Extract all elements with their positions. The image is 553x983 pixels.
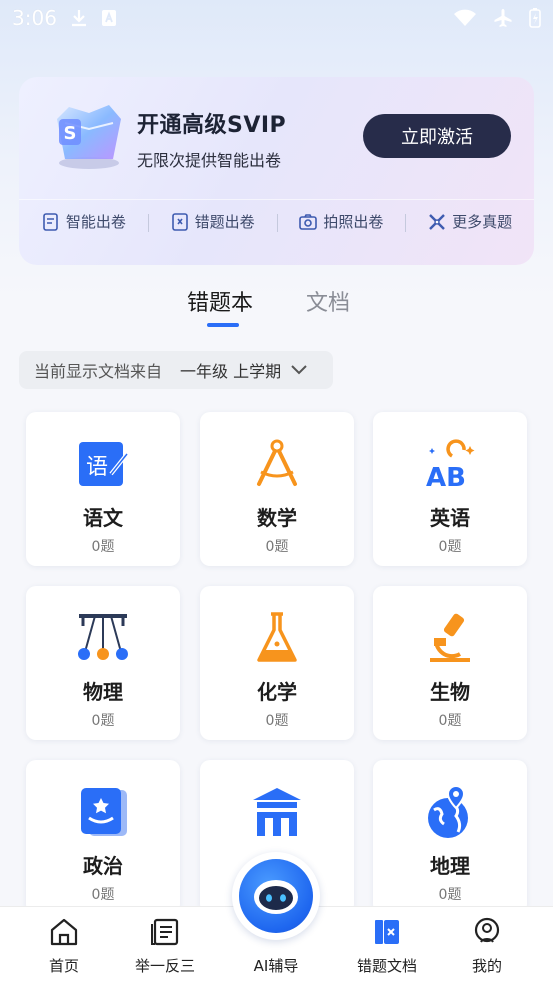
nav-error-documents[interactable]: 错题文档 xyxy=(337,907,437,983)
tab-documents[interactable]: 文档 xyxy=(306,285,350,317)
abc-icon: AB xyxy=(426,439,475,492)
grade-filter-dropdown[interactable]: 当前显示文档来自 一年级 上学期 xyxy=(19,351,333,389)
promo-feature-strip: 智能出卷 错题出卷 拍照出卷 更多真题 xyxy=(19,199,534,243)
app-notification-icon xyxy=(101,10,116,26)
subject-card-english[interactable]: AB 英语 0题 xyxy=(373,412,527,566)
battery-charging-icon xyxy=(529,8,541,28)
subject-card-chinese[interactable]: 语 语文 0题 xyxy=(26,412,180,566)
paper-icon xyxy=(43,212,58,231)
chinese-icon: 语 xyxy=(79,442,129,486)
download-icon xyxy=(71,10,86,27)
nav-label: 首页 xyxy=(48,957,79,975)
airplane-icon xyxy=(494,9,512,27)
subject-name: 语文 xyxy=(83,506,123,530)
feature-label: 智能出卷 xyxy=(65,213,126,231)
feature-more-exams[interactable]: 更多真题 xyxy=(405,211,534,232)
profile-icon xyxy=(474,917,500,943)
nav-label: 错题文档 xyxy=(356,957,417,975)
nav-label: AI辅导 xyxy=(253,957,299,975)
subject-name: 化学 xyxy=(257,680,297,704)
nav-profile[interactable]: 我的 xyxy=(437,907,537,983)
status-time: 3:06 xyxy=(12,6,57,30)
feature-label: 拍照出卷 xyxy=(323,213,384,231)
subject-count: 0题 xyxy=(91,539,115,555)
svg-text:语: 语 xyxy=(86,455,108,480)
filter-grade: 一年级 上学期 xyxy=(180,362,282,381)
svg-text:S: S xyxy=(64,123,77,144)
subject-name: 生物 xyxy=(430,680,470,704)
wifi-icon xyxy=(454,9,476,26)
robot-button-face xyxy=(239,859,313,933)
tab-error-book[interactable]: 错题本 xyxy=(187,285,253,317)
feature-label: 更多真题 xyxy=(452,213,513,231)
feature-photo-paper[interactable]: 拍照出卷 xyxy=(276,211,406,232)
subject-card-geography[interactable]: 地理 0题 xyxy=(373,760,527,914)
nav-practice[interactable]: 举一反三 xyxy=(115,907,215,983)
home-icon xyxy=(50,918,78,946)
flask-icon xyxy=(257,612,297,662)
subject-card-math[interactable]: 数学 0题 xyxy=(200,412,354,566)
feature-label: 错题出卷 xyxy=(194,213,255,231)
subject-count: 0题 xyxy=(438,713,462,729)
compass-icon xyxy=(257,439,297,486)
subject-name: 物理 xyxy=(83,680,123,704)
robot-icon xyxy=(254,880,298,914)
subject-count: 0题 xyxy=(91,713,115,729)
error-doc-icon xyxy=(375,920,399,944)
politics-book-icon xyxy=(81,788,127,836)
newtons-cradle-icon xyxy=(78,614,128,660)
status-bar: 3:06 xyxy=(0,0,553,36)
subject-card-physics[interactable]: 物理 0题 xyxy=(26,586,180,740)
globe-icon xyxy=(428,784,468,838)
nav-label: 举一反三 xyxy=(134,957,195,975)
document-list-icon xyxy=(151,918,179,946)
svip-badge-icon: S xyxy=(57,105,121,169)
subject-name: 数学 xyxy=(257,506,297,530)
history-building-icon xyxy=(253,788,301,836)
chevron-down-icon xyxy=(291,365,307,375)
tab-active-indicator xyxy=(207,323,239,327)
nav-label: 我的 xyxy=(471,957,502,975)
subject-name: 英语 xyxy=(430,506,470,530)
tab-bar: 错题本 文档 xyxy=(0,285,553,331)
activate-button[interactable]: 立即激活 xyxy=(363,114,511,158)
camera-icon xyxy=(299,213,318,230)
promo-subtitle: 无限次提供智能出卷 xyxy=(137,151,282,170)
filter-prefix: 当前显示文档来自 xyxy=(34,362,163,381)
subject-name: 地理 xyxy=(430,854,470,878)
svg-text:AB: AB xyxy=(426,463,466,492)
subject-count: 0题 xyxy=(265,539,289,555)
svip-promo-card[interactable]: S 开通高级SVIP 无限次提供智能出卷 立即激活 智能出卷 错题出卷 拍照出卷… xyxy=(19,77,534,265)
subject-count: 0题 xyxy=(91,887,115,903)
feature-smart-paper[interactable]: 智能出卷 xyxy=(19,211,148,232)
subject-name: 政治 xyxy=(83,854,123,878)
feature-error-paper[interactable]: 错题出卷 xyxy=(147,211,277,232)
subject-count: 0题 xyxy=(438,539,462,555)
subject-card-politics[interactable]: 政治 0题 xyxy=(26,760,180,914)
subject-count: 0题 xyxy=(265,713,289,729)
pencil-ruler-icon xyxy=(429,213,445,230)
error-book-icon xyxy=(171,212,188,231)
promo-title: 开通高级SVIP xyxy=(137,113,287,138)
nav-home[interactable]: 首页 xyxy=(14,907,114,983)
subject-card-biology[interactable]: 生物 0题 xyxy=(373,586,527,740)
microscope-icon xyxy=(430,613,470,662)
subject-count: 0题 xyxy=(438,887,462,903)
ai-tutor-button[interactable] xyxy=(232,852,320,940)
subject-card-chemistry[interactable]: 化学 0题 xyxy=(200,586,354,740)
